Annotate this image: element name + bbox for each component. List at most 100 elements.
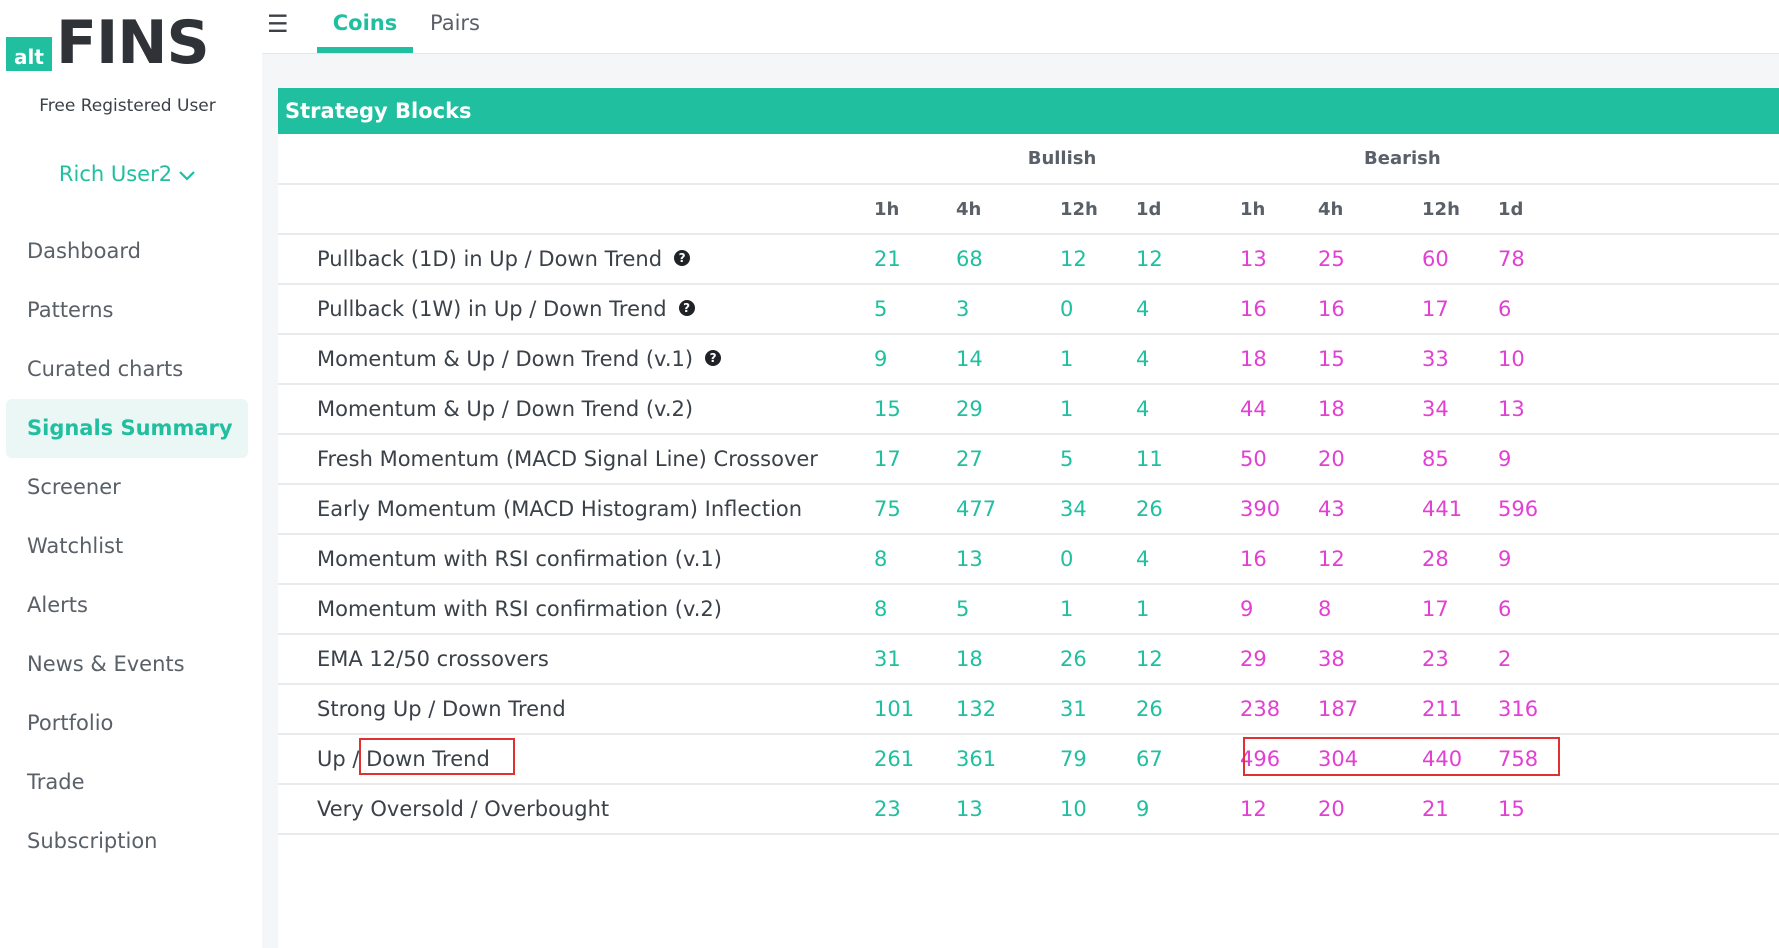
bearish-period-header-12h[interactable]: 12h (1422, 184, 1499, 235)
bullish-count-cell[interactable]: 4 (1136, 534, 1241, 585)
bearish-count-cell[interactable]: 6 (1498, 584, 1779, 635)
bearish-count-cell[interactable]: 85 (1422, 434, 1499, 485)
sidebar-item-patterns[interactable]: Patterns (6, 281, 248, 340)
bearish-count-cell[interactable]: 10 (1498, 334, 1779, 385)
bullish-count-cell[interactable]: 26 (1136, 684, 1241, 735)
bearish-count-cell[interactable]: 60 (1422, 234, 1499, 285)
bullish-count-cell[interactable]: 31 (874, 634, 956, 685)
altfins-logo[interactable]: alt FINS (6, 8, 216, 78)
bullish-count-cell[interactable]: 67 (1136, 734, 1241, 785)
bearish-count-cell[interactable]: 758 (1498, 734, 1779, 785)
bullish-count-cell[interactable]: 34 (1060, 484, 1136, 535)
sidebar-item-subscription[interactable]: Subscription (6, 812, 248, 871)
bearish-count-cell[interactable]: 390 (1240, 484, 1319, 535)
bearish-count-cell[interactable]: 496 (1240, 734, 1319, 785)
bearish-count-cell[interactable]: 9 (1498, 434, 1779, 485)
bullish-count-cell[interactable]: 361 (956, 734, 1060, 785)
bullish-count-cell[interactable]: 4 (1136, 334, 1241, 385)
bullish-count-cell[interactable]: 79 (1060, 734, 1136, 785)
bullish-count-cell[interactable]: 1 (1060, 384, 1136, 435)
bullish-period-header-4h[interactable]: 4h (956, 184, 1060, 235)
bearish-period-header-1h[interactable]: 1h (1240, 184, 1319, 235)
help-icon[interactable]: ? (705, 350, 722, 366)
bearish-count-cell[interactable]: 187 (1318, 684, 1423, 735)
bullish-count-cell[interactable]: 17 (874, 434, 956, 485)
bullish-count-cell[interactable]: 12 (1136, 234, 1241, 285)
bullish-period-header-1h[interactable]: 1h (874, 184, 956, 235)
bullish-count-cell[interactable]: 8 (874, 584, 956, 635)
bearish-count-cell[interactable]: 44 (1240, 384, 1319, 435)
bearish-count-cell[interactable]: 28 (1422, 534, 1499, 585)
bullish-count-cell[interactable]: 132 (956, 684, 1060, 735)
bullish-count-cell[interactable]: 26 (1060, 634, 1136, 685)
bullish-count-cell[interactable]: 12 (1136, 634, 1241, 685)
bullish-count-cell[interactable]: 3 (956, 284, 1060, 335)
bullish-count-cell[interactable]: 12 (1060, 234, 1136, 285)
bullish-count-cell[interactable]: 9 (874, 334, 956, 385)
bullish-count-cell[interactable]: 261 (874, 734, 956, 785)
bullish-count-cell[interactable]: 21 (874, 234, 956, 285)
bullish-count-cell[interactable]: 18 (956, 634, 1060, 685)
bearish-count-cell[interactable]: 13 (1498, 384, 1779, 435)
bearish-count-cell[interactable]: 211 (1422, 684, 1499, 735)
bearish-count-cell[interactable]: 15 (1318, 334, 1423, 385)
bullish-count-cell[interactable]: 477 (956, 484, 1060, 535)
bearish-count-cell[interactable]: 18 (1318, 384, 1423, 435)
menu-icon[interactable]: ☰ (267, 10, 289, 38)
bullish-count-cell[interactable]: 11 (1136, 434, 1241, 485)
bullish-count-cell[interactable]: 15 (874, 384, 956, 435)
bearish-count-cell[interactable]: 50 (1240, 434, 1319, 485)
bearish-count-cell[interactable]: 440 (1422, 734, 1499, 785)
bearish-count-cell[interactable]: 20 (1318, 784, 1423, 835)
bullish-count-cell[interactable]: 5 (956, 584, 1060, 635)
bearish-count-cell[interactable]: 23 (1422, 634, 1499, 685)
sidebar-item-dashboard[interactable]: Dashboard (6, 222, 248, 281)
bullish-count-cell[interactable]: 8 (874, 534, 956, 585)
bearish-count-cell[interactable]: 13 (1240, 234, 1319, 285)
bearish-count-cell[interactable]: 9 (1498, 534, 1779, 585)
bearish-count-cell[interactable]: 596 (1498, 484, 1779, 535)
bearish-count-cell[interactable]: 17 (1422, 284, 1499, 335)
sidebar-item-watchlist[interactable]: Watchlist (6, 517, 248, 576)
help-icon[interactable]: ? (674, 250, 691, 266)
bullish-count-cell[interactable]: 4 (1136, 284, 1241, 335)
bullish-count-cell[interactable]: 5 (1060, 434, 1136, 485)
bearish-period-header-4h[interactable]: 4h (1318, 184, 1423, 235)
bearish-count-cell[interactable]: 6 (1498, 284, 1779, 335)
sidebar-item-news-and-events[interactable]: News & Events (6, 635, 248, 694)
bearish-count-cell[interactable]: 15 (1498, 784, 1779, 835)
sidebar-item-alerts[interactable]: Alerts (6, 576, 248, 635)
bearish-count-cell[interactable]: 9 (1240, 584, 1319, 635)
bearish-count-cell[interactable]: 16 (1240, 534, 1319, 585)
bearish-count-cell[interactable]: 20 (1318, 434, 1423, 485)
bearish-count-cell[interactable]: 304 (1318, 734, 1423, 785)
bullish-count-cell[interactable]: 68 (956, 234, 1060, 285)
bullish-count-cell[interactable]: 27 (956, 434, 1060, 485)
bearish-count-cell[interactable]: 12 (1240, 784, 1319, 835)
bearish-count-cell[interactable]: 43 (1318, 484, 1423, 535)
bearish-count-cell[interactable]: 29 (1240, 634, 1319, 685)
bearish-count-cell[interactable]: 17 (1422, 584, 1499, 635)
bullish-count-cell[interactable]: 101 (874, 684, 956, 735)
tab-coins[interactable]: Coins (317, 0, 413, 53)
bullish-period-header-12h[interactable]: 12h (1060, 184, 1136, 235)
sidebar-item-portfolio[interactable]: Portfolio (6, 694, 248, 753)
bearish-count-cell[interactable]: 25 (1318, 234, 1423, 285)
bearish-count-cell[interactable]: 2 (1498, 634, 1779, 685)
user-menu-button[interactable]: Rich User2 (0, 162, 255, 187)
bullish-count-cell[interactable]: 1 (1136, 584, 1241, 635)
bullish-count-cell[interactable]: 14 (956, 334, 1060, 385)
bearish-count-cell[interactable]: 12 (1318, 534, 1423, 585)
bullish-period-header-1d[interactable]: 1d (1136, 184, 1241, 235)
bearish-count-cell[interactable]: 8 (1318, 584, 1423, 635)
bearish-count-cell[interactable]: 38 (1318, 634, 1423, 685)
bearish-count-cell[interactable]: 33 (1422, 334, 1499, 385)
sidebar-item-curated-charts[interactable]: Curated charts (6, 340, 248, 399)
bearish-count-cell[interactable]: 441 (1422, 484, 1499, 535)
bullish-count-cell[interactable]: 10 (1060, 784, 1136, 835)
bearish-count-cell[interactable]: 16 (1240, 284, 1319, 335)
bullish-count-cell[interactable]: 31 (1060, 684, 1136, 735)
bullish-count-cell[interactable]: 4 (1136, 384, 1241, 435)
sidebar-item-signals-summary[interactable]: Signals Summary (6, 399, 248, 458)
tab-pairs[interactable]: Pairs (430, 0, 480, 53)
